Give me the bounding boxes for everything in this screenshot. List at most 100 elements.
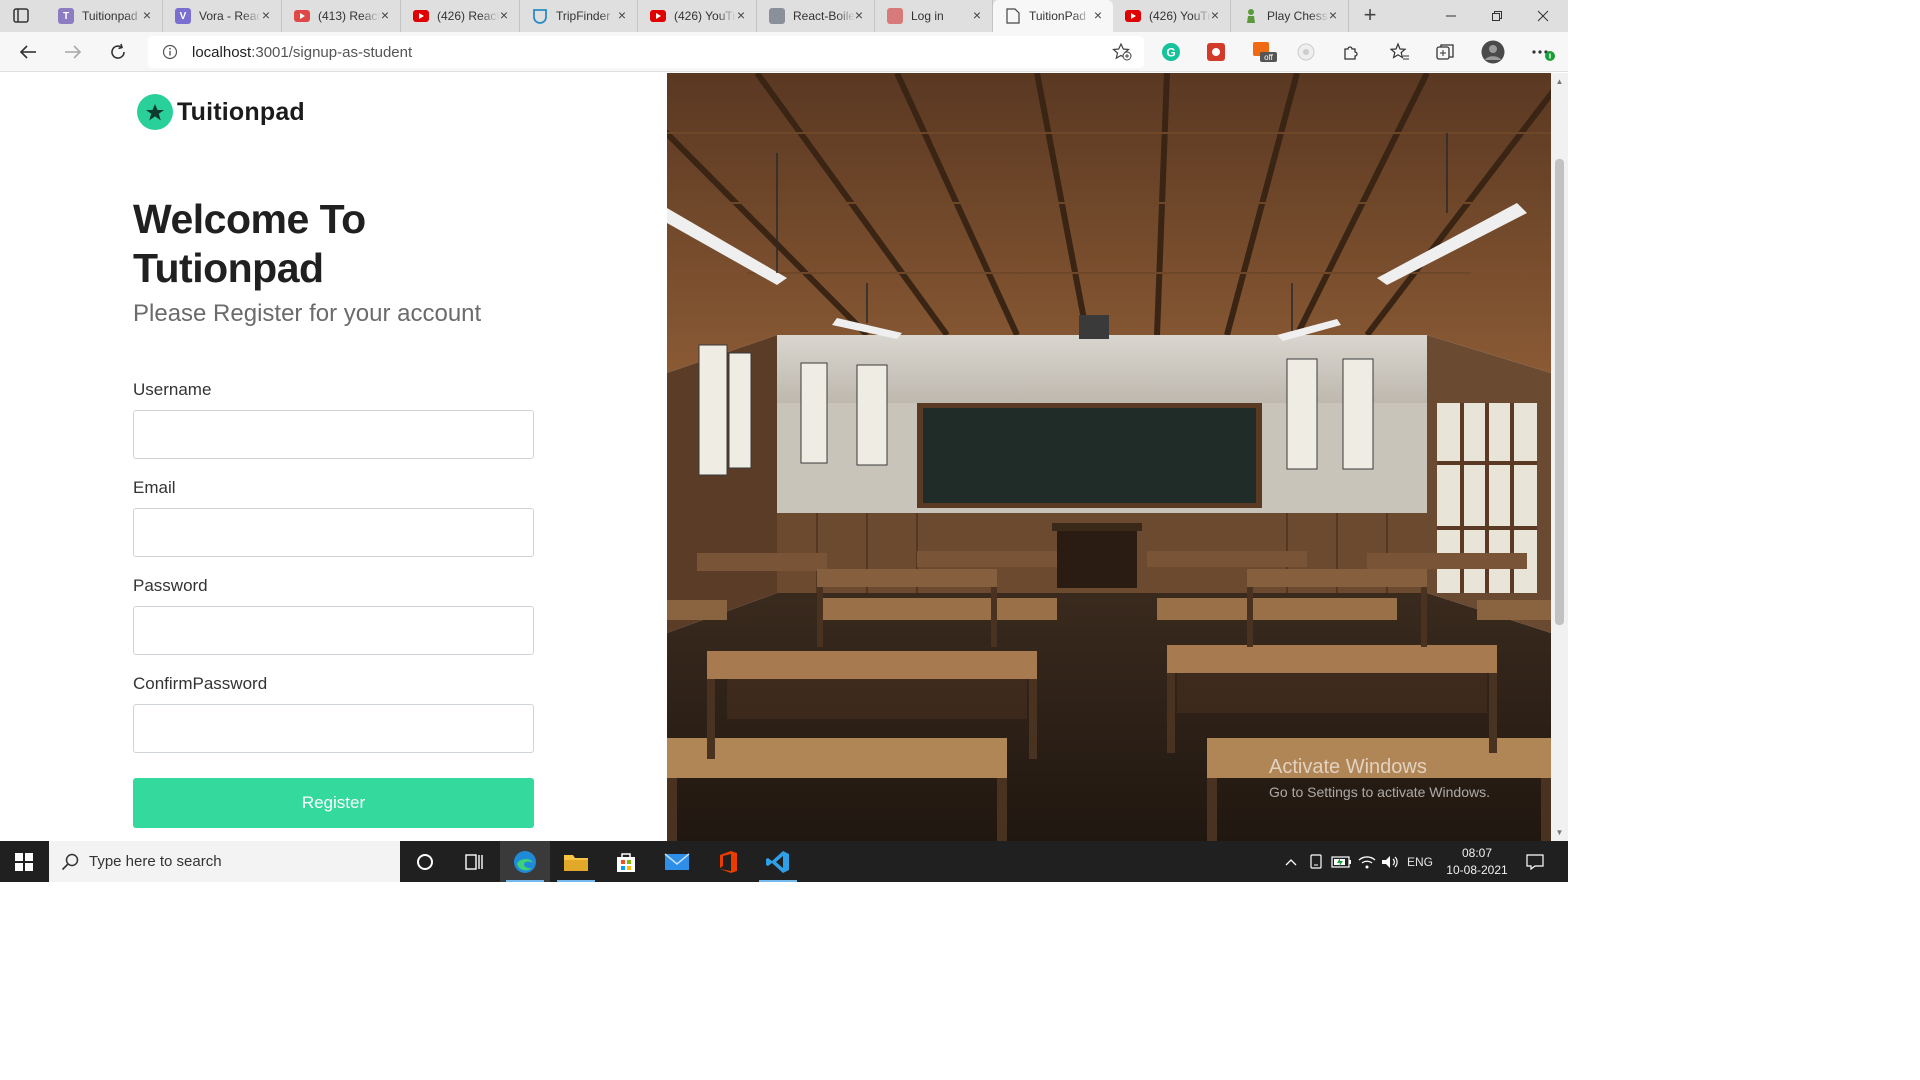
page-subtitle: Please Register for your account bbox=[133, 300, 482, 327]
close-tab-icon[interactable]: × bbox=[852, 8, 866, 22]
browser-tab[interactable]: (413) React × bbox=[282, 0, 401, 32]
email-input[interactable] bbox=[133, 508, 534, 557]
favorites-icon[interactable] bbox=[1390, 42, 1410, 62]
close-tab-icon[interactable]: × bbox=[734, 8, 748, 22]
close-tab-icon[interactable]: × bbox=[497, 8, 511, 22]
mail-icon bbox=[664, 852, 690, 870]
edge-icon bbox=[514, 850, 536, 873]
taskbar-file-explorer[interactable] bbox=[551, 841, 601, 882]
tab-label: TripFinder bbox=[556, 9, 611, 23]
browser-tab[interactable]: React-Boilerplate× bbox=[757, 0, 875, 32]
classroom-photo bbox=[667, 73, 1551, 841]
browser-tab[interactable]: (426) React × bbox=[401, 0, 520, 32]
tab-actions-icon[interactable] bbox=[10, 6, 32, 26]
close-tab-icon[interactable]: × bbox=[1326, 8, 1340, 22]
close-tab-icon[interactable]: × bbox=[615, 8, 629, 22]
signup-page: Tuitionpad Welcome To Tutionpad Please R… bbox=[0, 73, 1568, 841]
tab-label: (426) YouTube bbox=[1149, 9, 1211, 23]
collections-icon[interactable] bbox=[1435, 42, 1455, 62]
cortana-button[interactable] bbox=[400, 841, 450, 882]
taskbar-vscode[interactable] bbox=[753, 841, 803, 882]
volume-icon[interactable] bbox=[1380, 841, 1400, 882]
taskbar-mail[interactable] bbox=[652, 841, 702, 882]
show-hidden-icons-button[interactable] bbox=[1280, 841, 1302, 882]
taskbar-search[interactable]: Type here to search bbox=[49, 841, 400, 882]
close-window-button[interactable] bbox=[1520, 0, 1566, 32]
windows-logo-icon bbox=[15, 852, 33, 871]
confirm-password-label: ConfirmPassword bbox=[133, 674, 268, 693]
address-bar[interactable]: localhost:3001/signup-as-student bbox=[148, 36, 1144, 68]
tab-label: React-Boilerplate bbox=[793, 9, 855, 23]
browser-tab[interactable]: TripFinder × bbox=[520, 0, 638, 32]
close-icon bbox=[1537, 10, 1549, 22]
add-favorite-icon[interactable] bbox=[1112, 42, 1132, 66]
extension-red-icon[interactable] bbox=[1206, 42, 1226, 62]
browser-tab[interactable]: TuitionPad × bbox=[993, 0, 1113, 32]
tuitionpad-logo-icon bbox=[137, 94, 173, 130]
close-tab-icon[interactable]: × bbox=[970, 8, 984, 22]
register-button[interactable]: Register bbox=[133, 778, 534, 828]
tray-device-icon[interactable] bbox=[1306, 841, 1326, 882]
task-view-button[interactable] bbox=[450, 841, 500, 882]
clock-date: 10-08-2021 bbox=[1446, 863, 1508, 877]
tab-list: T Tuitionpad × V Vora - React × (413) React × (4… bbox=[46, 0, 1349, 32]
cortana-icon bbox=[417, 853, 433, 870]
extension-gray-icon[interactable] bbox=[1296, 42, 1316, 62]
avatar[interactable] bbox=[1481, 40, 1505, 64]
back-button[interactable] bbox=[16, 40, 40, 64]
site-info-icon[interactable] bbox=[162, 44, 178, 65]
close-tab-icon[interactable]: × bbox=[259, 8, 273, 22]
notification-icon bbox=[1526, 853, 1544, 870]
taskbar-edge[interactable] bbox=[500, 841, 550, 882]
browser-tab[interactable]: (426) YouTube× bbox=[1113, 0, 1231, 32]
svg-text:G: G bbox=[1166, 46, 1175, 60]
browser-tab[interactable]: T Tuitionpad × bbox=[46, 0, 163, 32]
extension-off-icon[interactable]: off bbox=[1252, 42, 1278, 62]
close-tab-icon[interactable]: × bbox=[1091, 8, 1105, 22]
close-tab-icon[interactable]: × bbox=[140, 8, 154, 22]
password-label: Password bbox=[133, 576, 208, 595]
grammarly-icon[interactable]: G bbox=[1161, 42, 1181, 62]
taskbar-office[interactable] bbox=[703, 841, 753, 882]
extensions-puzzle-icon[interactable] bbox=[1341, 42, 1361, 62]
taskbar-store[interactable] bbox=[601, 841, 651, 882]
username-input[interactable] bbox=[133, 410, 534, 459]
language-indicator[interactable]: ENG bbox=[1404, 841, 1436, 882]
tab-label: Log in bbox=[911, 9, 944, 23]
page-scrollbar[interactable]: ▲ ▼ bbox=[1551, 73, 1568, 841]
tuitionpad-favicon: T bbox=[58, 8, 74, 24]
browser-tab[interactable]: (426) YouTube× bbox=[638, 0, 757, 32]
watermark-title: Activate Windows bbox=[1269, 756, 1427, 778]
restore-button[interactable] bbox=[1474, 0, 1520, 32]
close-tab-icon[interactable]: × bbox=[378, 8, 392, 22]
password-input[interactable] bbox=[133, 606, 534, 655]
react-boilerplate-favicon bbox=[769, 8, 785, 24]
tab-label: (426) React bbox=[437, 9, 499, 23]
refresh-icon bbox=[111, 43, 125, 59]
scroll-up-icon[interactable]: ▲ bbox=[1555, 77, 1564, 86]
close-tab-icon[interactable]: × bbox=[1208, 8, 1222, 22]
brand-name: Tuitionpad bbox=[177, 97, 305, 126]
minimize-icon bbox=[1446, 15, 1456, 17]
scroll-down-icon[interactable]: ▼ bbox=[1555, 828, 1564, 837]
youtube-icon bbox=[1125, 8, 1141, 24]
browser-tab[interactable]: V Vora - React × bbox=[163, 0, 282, 32]
new-tab-button[interactable]: + bbox=[1358, 4, 1382, 28]
login-favicon bbox=[887, 8, 903, 24]
clock[interactable]: 08:07 10-08-2021 bbox=[1444, 845, 1510, 879]
browser-tab[interactable]: Log in × bbox=[875, 0, 993, 32]
minimize-button[interactable] bbox=[1428, 0, 1474, 32]
tab-label: Vora - React bbox=[199, 9, 261, 23]
start-button[interactable] bbox=[0, 841, 48, 882]
browser-tab[interactable]: Play Chess × bbox=[1231, 0, 1349, 32]
wifi-icon[interactable] bbox=[1356, 841, 1378, 882]
confirm-password-input[interactable] bbox=[133, 704, 534, 753]
action-center-button[interactable] bbox=[1520, 841, 1550, 882]
forward-button[interactable] bbox=[61, 40, 85, 64]
refresh-button[interactable] bbox=[106, 40, 130, 64]
scroll-thumb[interactable] bbox=[1555, 159, 1564, 625]
battery-icon[interactable] bbox=[1330, 841, 1354, 882]
office-icon bbox=[720, 850, 737, 873]
brand[interactable]: Tuitionpad bbox=[137, 94, 305, 130]
settings-more-icon[interactable] bbox=[1530, 42, 1556, 62]
